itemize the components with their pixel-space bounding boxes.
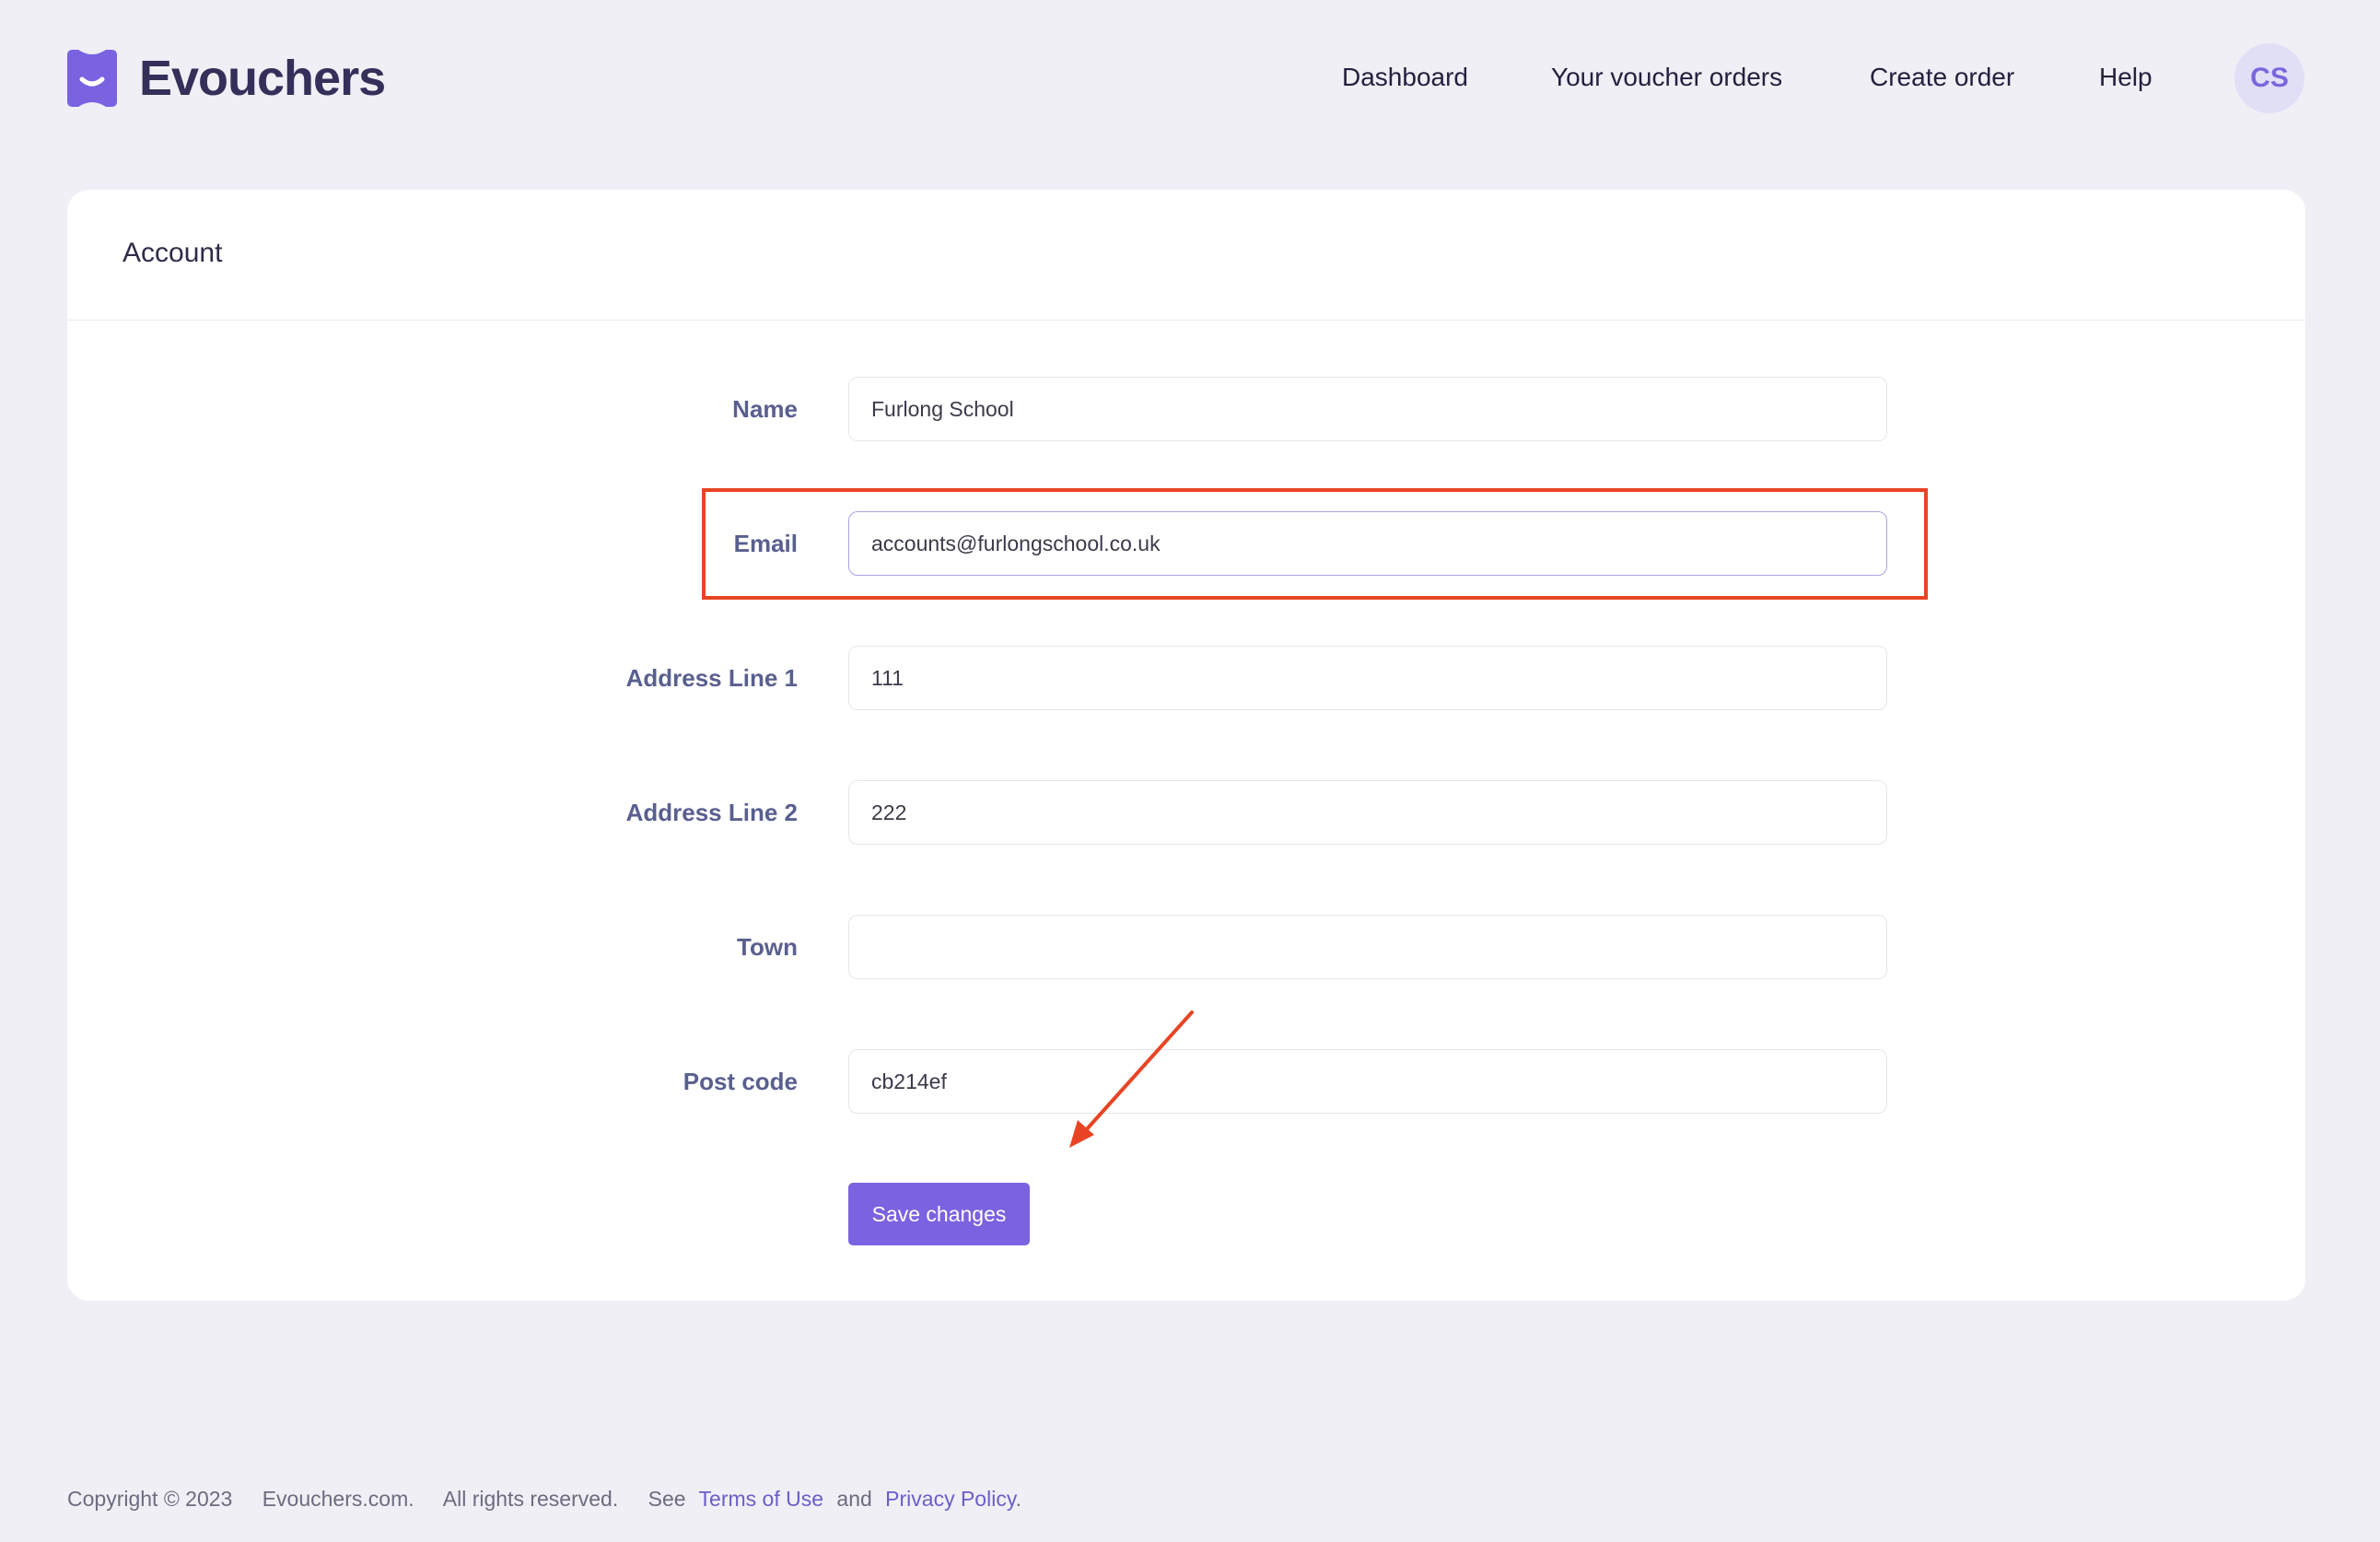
nav-dashboard[interactable]: Dashboard	[1342, 63, 1468, 92]
nav-help[interactable]: Help	[2099, 63, 2152, 92]
evouchers-logo-icon	[67, 50, 117, 107]
town-input[interactable]	[848, 915, 1887, 979]
footer: Copyright © 2023 Evouchers.com. All righ…	[67, 1487, 1029, 1512]
user-avatar[interactable]: CS	[2234, 43, 2304, 113]
footer-copyright: Copyright © 2023	[67, 1487, 233, 1511]
post-code-label: Post code	[682, 1068, 798, 1095]
footer-and: and	[836, 1487, 872, 1511]
address-line-2-label: Address Line 2	[625, 799, 798, 826]
address-line-1-label: Address Line 1	[625, 664, 798, 692]
address-line-1-input[interactable]	[848, 646, 1887, 710]
brand-logo[interactable]: Evouchers	[67, 50, 386, 107]
card-title: Account	[122, 238, 223, 268]
nav-voucher-orders[interactable]: Your voucher orders	[1551, 63, 1782, 92]
footer-rights: All rights reserved.	[442, 1487, 619, 1511]
page: Evouchers Dashboard Your voucher orders …	[0, 0, 2380, 1542]
save-changes-button[interactable]: Save changes	[848, 1183, 1030, 1245]
footer-see: See	[648, 1487, 686, 1511]
town-label: Town	[737, 933, 798, 961]
brand-name: Evouchers	[139, 51, 386, 106]
name-input[interactable]	[848, 377, 1887, 441]
email-highlight-annotation	[702, 488, 1928, 600]
card-header: Account	[67, 190, 2305, 321]
nav-create-order[interactable]: Create order	[1870, 63, 2014, 92]
footer-terms-link[interactable]: Terms of Use	[699, 1487, 823, 1511]
account-card: Account Name Email Address Line 1 Addres…	[67, 190, 2305, 1301]
name-label: Name	[732, 395, 798, 423]
footer-privacy-link[interactable]: Privacy Policy	[885, 1487, 1015, 1511]
post-code-input[interactable]	[848, 1049, 1887, 1114]
footer-period: .	[1015, 1487, 1021, 1511]
address-line-2-input[interactable]	[848, 780, 1887, 845]
footer-site: Evouchers.com.	[262, 1487, 414, 1511]
